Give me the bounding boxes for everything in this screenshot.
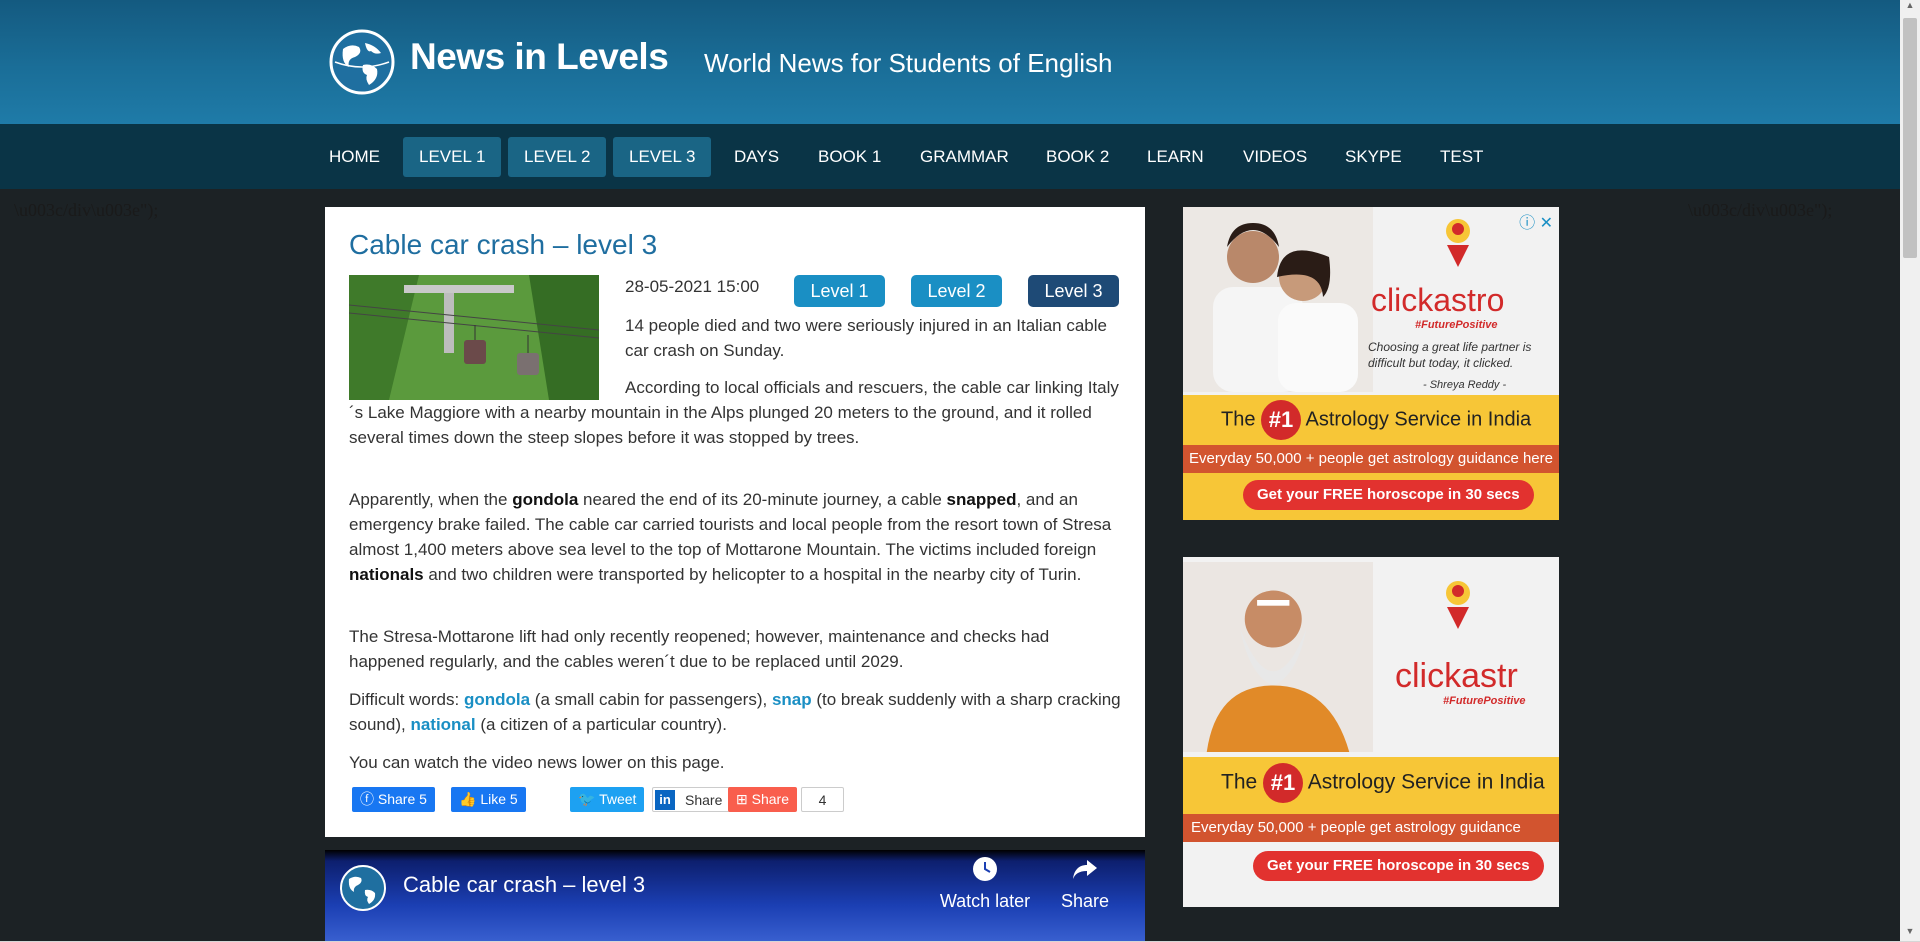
- article-paragraph-2: According to local officials and rescuer…: [349, 378, 1119, 447]
- share-button[interactable]: ⊞ Share: [728, 787, 797, 812]
- facebook-like-button[interactable]: 👍 Like 5: [451, 787, 526, 812]
- ad2-brand-name: clickastr: [1395, 657, 1518, 695]
- nav-grammar[interactable]: GRAMMAR: [904, 137, 1025, 177]
- stray-code-text-right: \u003c/div\u003e");: [1688, 200, 1833, 220]
- nav-home[interactable]: HOME: [313, 137, 396, 177]
- article-date: 28-05-2021 15:00: [625, 277, 760, 296]
- keyword-gondola: gondola: [512, 490, 579, 509]
- level-1-button[interactable]: Level 1: [794, 275, 885, 307]
- globe-logo-icon[interactable]: [329, 29, 395, 95]
- nav-videos[interactable]: VIDEOS: [1227, 137, 1323, 177]
- facebook-icon: ⓕ: [360, 791, 378, 807]
- clickastro-logo-icon: [1446, 219, 1470, 267]
- advertisement-2[interactable]: clickastr #FuturePositive The #1 Astrolo…: [1183, 557, 1559, 907]
- ad-headline-band: The #1 Astrology Service in India: [1183, 395, 1559, 445]
- ad-choices-close-icon[interactable]: ⓘ ✕: [1519, 209, 1553, 233]
- level-2-button[interactable]: Level 2: [911, 275, 1002, 307]
- clock-icon: [973, 857, 997, 881]
- nav-level-1[interactable]: LEVEL 1: [403, 137, 502, 177]
- nav-test[interactable]: TEST: [1424, 137, 1499, 177]
- nav-level-2[interactable]: LEVEL 2: [508, 137, 607, 177]
- ad-cta-button[interactable]: Get your FREE horoscope in 30 secs: [1243, 480, 1534, 510]
- ad-quote-author: - Shreya Reddy -: [1423, 379, 1507, 391]
- nav-days[interactable]: DAYS: [718, 137, 795, 177]
- scroll-up-icon[interactable]: ▲: [1900, 0, 1920, 16]
- difficult-words: Difficult words: gondola (a small cabin …: [349, 690, 1121, 734]
- linkedin-share-button[interactable]: in Share: [652, 787, 732, 812]
- clickastro-logo-icon-2: [1446, 581, 1470, 629]
- nav-level-3[interactable]: LEVEL 3: [613, 137, 712, 177]
- article-card: Cable car crash – level 3 28-05-2021 15:…: [325, 207, 1145, 837]
- ad-brand-name: clickastro: [1371, 282, 1505, 318]
- nav-book-1[interactable]: BOOK 1: [802, 137, 897, 177]
- tweet-button[interactable]: 🐦 Tweet: [570, 787, 645, 812]
- article-paragraph-3: Apparently, when the gondola neared the …: [349, 490, 1112, 584]
- nav-learn[interactable]: LEARN: [1131, 137, 1220, 177]
- advertisement-1[interactable]: ⓘ ✕ clickastro #FuturePositive Choosing …: [1183, 207, 1559, 520]
- nav-skype[interactable]: SKYPE: [1329, 137, 1418, 177]
- video-title[interactable]: Cable car crash – level 3: [403, 872, 645, 898]
- ad-quote: Choosing a great life partner is difficu…: [1368, 340, 1532, 370]
- article-paragraph-1: 14 people died and two were seriously in…: [625, 316, 1107, 360]
- article-title[interactable]: Cable car crash – level 3: [349, 229, 657, 261]
- share-count: 4: [801, 787, 844, 812]
- watch-later-button[interactable]: Watch later: [930, 856, 1040, 912]
- thumbs-up-icon: 👍: [459, 791, 481, 807]
- difficult-word-national-link[interactable]: national: [410, 715, 475, 734]
- nav-book-2[interactable]: BOOK 2: [1030, 137, 1125, 177]
- share-arrow-icon: [1073, 860, 1097, 879]
- stray-code-text-left: \u003c/div\u003e");: [14, 200, 159, 220]
- video-player[interactable]: Cable car crash – level 3 Watch later Sh…: [325, 850, 1145, 942]
- sage-photo-icon: [1183, 562, 1373, 752]
- ad2-red-bar: Everyday 50,000 + people get astrology g…: [1183, 814, 1559, 842]
- facebook-share-button[interactable]: ⓕ Share 5: [352, 787, 435, 812]
- keyword-nationals: nationals: [349, 565, 424, 584]
- site-logo-text[interactable]: News in Levels: [410, 36, 669, 78]
- page-scrollbar[interactable]: ▲ ▼: [1900, 0, 1920, 942]
- level-3-button[interactable]: Level 3: [1028, 275, 1119, 307]
- site-header: News in Levels World News for Students o…: [0, 0, 1900, 124]
- article-paragraph-4: The Stresa-Mottarone lift had only recen…: [349, 627, 1050, 671]
- scroll-thumb[interactable]: [1903, 18, 1917, 258]
- plus-icon: ⊞: [736, 791, 752, 807]
- article-paragraph-6: You can watch the video news lower on th…: [349, 753, 725, 772]
- scroll-down-icon[interactable]: ▼: [1900, 926, 1920, 942]
- difficult-word-snap-link[interactable]: snap: [772, 690, 812, 709]
- channel-globe-icon[interactable]: [339, 864, 387, 912]
- ad-brand-sub: #FuturePositive: [1415, 319, 1498, 331]
- ad-red-bar: Everyday 50,000 + people get astrology g…: [1183, 445, 1559, 473]
- keyword-snapped: snapped: [946, 490, 1017, 509]
- ad2-cta-button[interactable]: Get your FREE horoscope in 30 secs: [1253, 851, 1544, 881]
- ad2-brand-sub: #FuturePositive: [1443, 695, 1526, 707]
- video-share-button[interactable]: Share: [1030, 856, 1140, 912]
- couple-photo-icon: [1183, 207, 1373, 392]
- site-tagline: World News for Students of English: [704, 48, 1113, 78]
- twitter-icon: 🐦: [578, 791, 600, 807]
- linkedin-icon: in: [655, 790, 675, 810]
- difficult-word-gondola-link[interactable]: gondola: [464, 690, 530, 709]
